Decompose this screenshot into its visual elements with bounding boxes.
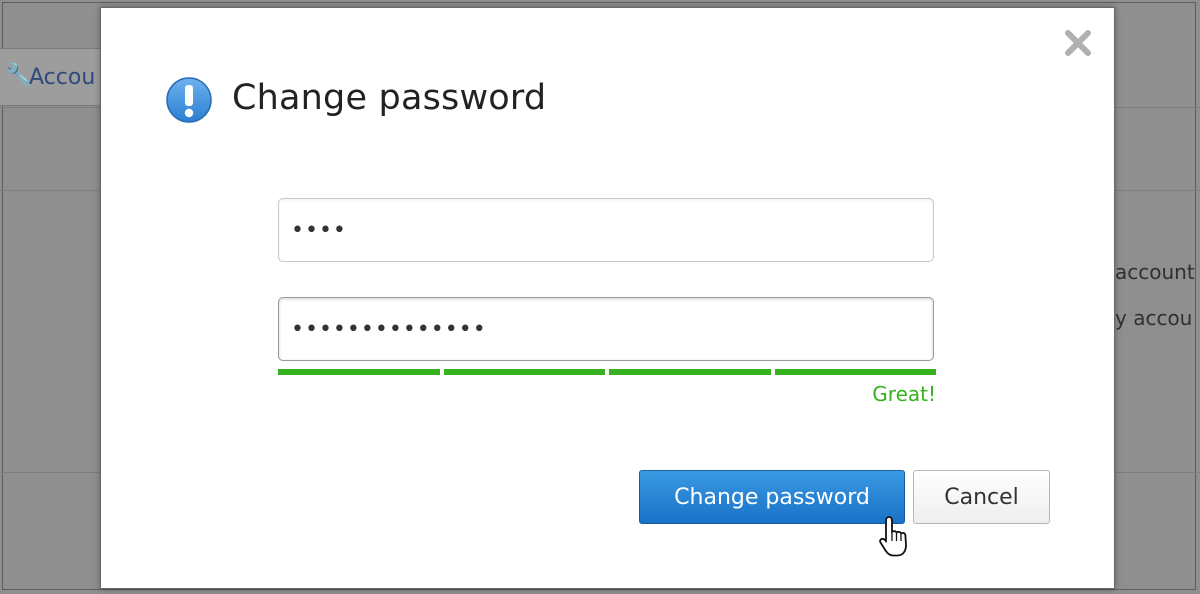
strength-segment bbox=[609, 369, 771, 375]
background-text: y accou bbox=[1115, 306, 1193, 330]
change-password-button-label: Change password bbox=[674, 484, 870, 510]
info-exclamation-icon bbox=[165, 76, 213, 124]
close-icon bbox=[1065, 30, 1091, 56]
strength-segment bbox=[443, 369, 605, 375]
account-tab-label: Accou bbox=[29, 65, 96, 90]
new-password-field[interactable] bbox=[278, 297, 934, 361]
background-text: account bbox=[1115, 260, 1195, 284]
strength-segment bbox=[774, 369, 936, 375]
password-strength-meter bbox=[278, 369, 936, 375]
strength-label: Great! bbox=[872, 382, 936, 406]
strength-segment bbox=[278, 369, 440, 375]
cancel-button[interactable]: Cancel bbox=[913, 470, 1050, 524]
cancel-button-label: Cancel bbox=[944, 484, 1019, 510]
account-tab: 🔧 Accou bbox=[0, 48, 114, 106]
change-password-button[interactable]: Change password bbox=[639, 470, 905, 524]
current-password-field[interactable] bbox=[278, 198, 934, 262]
change-password-dialog: Change password Great! Change password C… bbox=[100, 7, 1115, 589]
dialog-title: Change password bbox=[232, 78, 547, 118]
close-button[interactable] bbox=[1061, 26, 1095, 60]
